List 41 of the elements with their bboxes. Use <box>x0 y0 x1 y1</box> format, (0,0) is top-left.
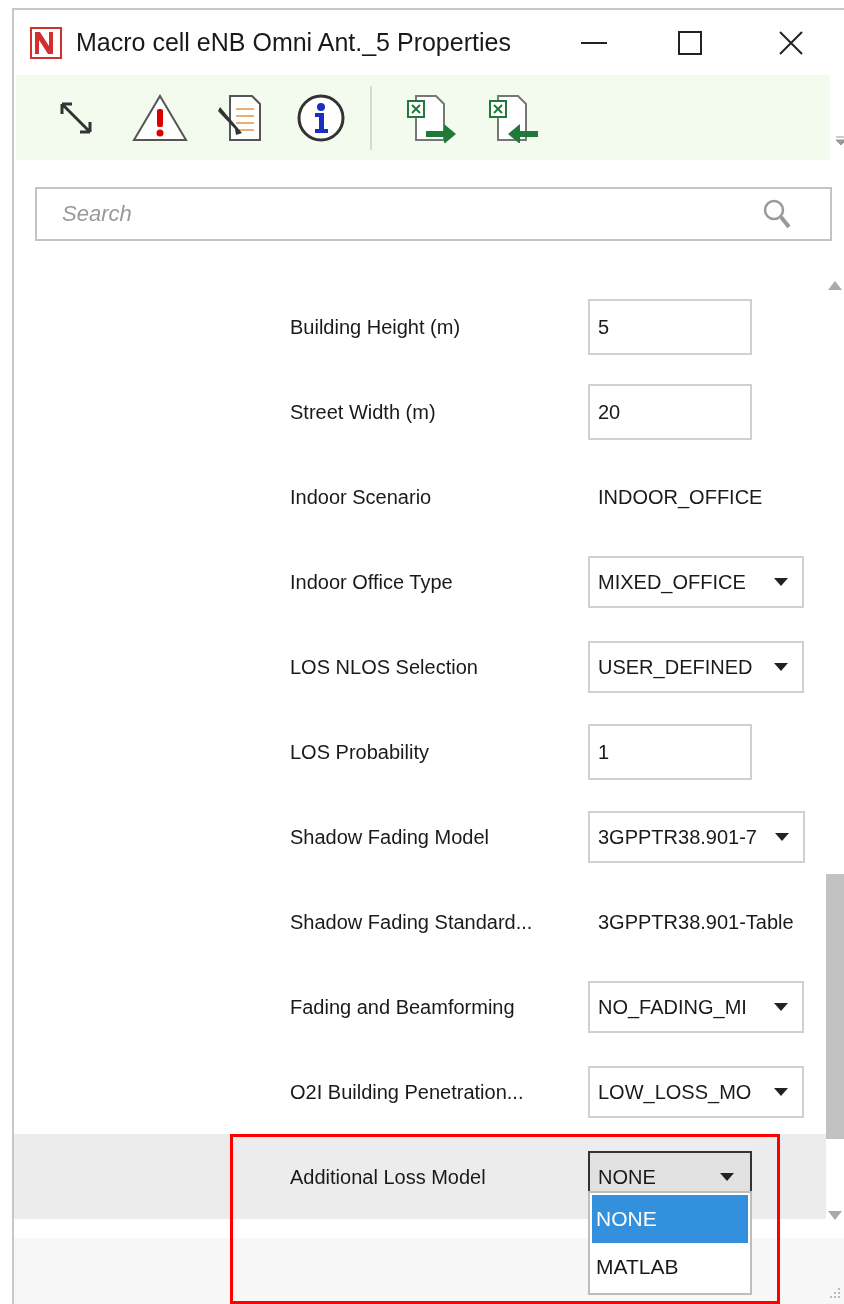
window-title: Macro cell eNB Omni Ant._5 Properties <box>76 26 511 58</box>
property-label: Indoor Office Type <box>290 569 454 595</box>
spreadsheet-export-icon[interactable] <box>406 92 458 143</box>
property-label: Fading and Beamforming <box>290 994 516 1020</box>
info-icon[interactable] <box>296 92 346 143</box>
dropdown[interactable]: NO_FADING_MI <box>588 980 804 1033</box>
property-value: 3GPPTR38.901-Table <box>598 909 794 935</box>
property-label: Shadow Fading Model <box>290 824 490 850</box>
property-label: Additional Loss Model <box>290 1164 487 1190</box>
warning-icon[interactable] <box>132 92 188 143</box>
dropdown[interactable]: USER_DEFINED <box>588 640 804 693</box>
overflow-icon[interactable] <box>836 135 844 145</box>
property-label: Building Height (m) <box>290 314 462 340</box>
property-label: LOS NLOS Selection <box>290 654 479 680</box>
dropdown[interactable]: LOW_LOSS_MO <box>588 1065 804 1118</box>
resize-grip-icon[interactable] <box>828 1286 840 1298</box>
property-label: O2I Building Penetration... <box>290 1079 525 1105</box>
spreadsheet-import-icon[interactable] <box>488 92 540 143</box>
property-value: INDOOR_OFFICE <box>598 484 763 511</box>
caret-icon <box>774 662 788 671</box>
property-label: LOS Probability <box>290 739 430 765</box>
caret-icon <box>774 1087 788 1096</box>
property-label: Shadow Fading Standard... <box>290 909 534 935</box>
input-field[interactable]: 20 <box>588 383 752 440</box>
caret-icon <box>775 832 789 841</box>
input-field[interactable]: 1 <box>588 723 752 780</box>
maximize-icon[interactable] <box>677 30 702 55</box>
search-field[interactable]: Search <box>35 187 832 241</box>
close-icon[interactable] <box>777 29 804 56</box>
property-label: Indoor Scenario <box>290 484 433 510</box>
caret-icon <box>774 1002 788 1011</box>
dropdown-option[interactable]: MATLAB <box>592 1243 748 1291</box>
app-logo-icon <box>30 26 62 59</box>
property-label: Street Width (m) <box>290 399 437 425</box>
dropdown[interactable]: MIXED_OFFICE <box>588 555 804 608</box>
scrollbar-thumb[interactable] <box>826 874 844 1139</box>
caret-icon <box>774 577 788 586</box>
search-icon <box>762 198 792 230</box>
dropdown[interactable]: 3GPPTR38.901-7 <box>588 810 805 863</box>
input-field[interactable]: 5 <box>588 298 752 355</box>
caret-icon <box>720 1172 734 1181</box>
